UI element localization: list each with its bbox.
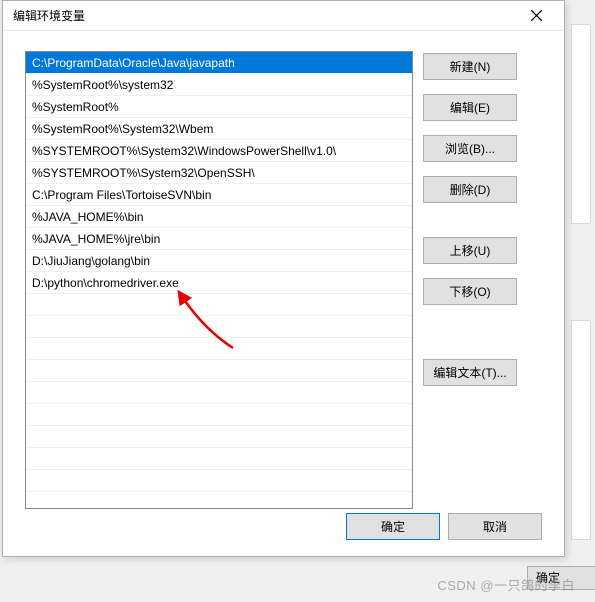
ok-button[interactable]: 确定: [346, 513, 440, 540]
path-list-item[interactable]: %JAVA_HOME%\jre\bin: [26, 228, 412, 250]
path-list-item[interactable]: D:\JiuJiang\golang\bin: [26, 250, 412, 272]
titlebar: 编辑环境变量: [3, 1, 564, 31]
button-column: 新建(N) 编辑(E) 浏览(B)... 删除(D) 上移(U) 下移(O) 编…: [423, 51, 517, 542]
path-list-item-empty[interactable]: [26, 426, 412, 448]
path-list-item-empty[interactable]: [26, 404, 412, 426]
edit-env-var-dialog: 编辑环境变量 C:\ProgramData\Oracle\Java\javapa…: [2, 0, 565, 557]
path-list-item[interactable]: D:\python\chromedriver.exe: [26, 272, 412, 294]
cancel-button[interactable]: 取消: [448, 513, 542, 540]
path-list-item-empty[interactable]: [26, 294, 412, 316]
path-list-item-empty[interactable]: [26, 382, 412, 404]
watermark-text: CSDN @一只鸽的李白: [437, 575, 575, 594]
delete-button[interactable]: 删除(D): [423, 176, 517, 203]
path-list[interactable]: C:\ProgramData\Oracle\Java\javapath%Syst…: [25, 51, 413, 509]
path-list-item-empty[interactable]: [26, 448, 412, 470]
close-icon: [531, 10, 542, 21]
path-list-item[interactable]: C:\ProgramData\Oracle\Java\javapath: [26, 52, 412, 74]
path-list-item[interactable]: %SYSTEMROOT%\System32\OpenSSH\: [26, 162, 412, 184]
edit-text-button[interactable]: 编辑文本(T)...: [423, 359, 517, 386]
path-list-item-empty[interactable]: [26, 338, 412, 360]
path-list-item-empty[interactable]: [26, 316, 412, 338]
path-list-item[interactable]: %SystemRoot%\System32\Wbem: [26, 118, 412, 140]
edit-button[interactable]: 编辑(E): [423, 94, 517, 121]
path-list-item[interactable]: %SYSTEMROOT%\System32\WindowsPowerShell\…: [26, 140, 412, 162]
path-list-item[interactable]: C:\Program Files\TortoiseSVN\bin: [26, 184, 412, 206]
path-list-item[interactable]: %SystemRoot%: [26, 96, 412, 118]
new-button[interactable]: 新建(N): [423, 53, 517, 80]
move-up-button[interactable]: 上移(U): [423, 237, 517, 264]
browse-button[interactable]: 浏览(B)...: [423, 135, 517, 162]
footer-buttons: 确定 取消: [346, 513, 542, 540]
close-button[interactable]: [516, 2, 556, 30]
path-list-item-empty[interactable]: [26, 360, 412, 382]
path-list-item-empty[interactable]: [26, 470, 412, 492]
path-list-item[interactable]: %JAVA_HOME%\bin: [26, 206, 412, 228]
move-down-button[interactable]: 下移(O): [423, 278, 517, 305]
dialog-title: 编辑环境变量: [13, 7, 516, 24]
path-list-item[interactable]: %SystemRoot%\system32: [26, 74, 412, 96]
